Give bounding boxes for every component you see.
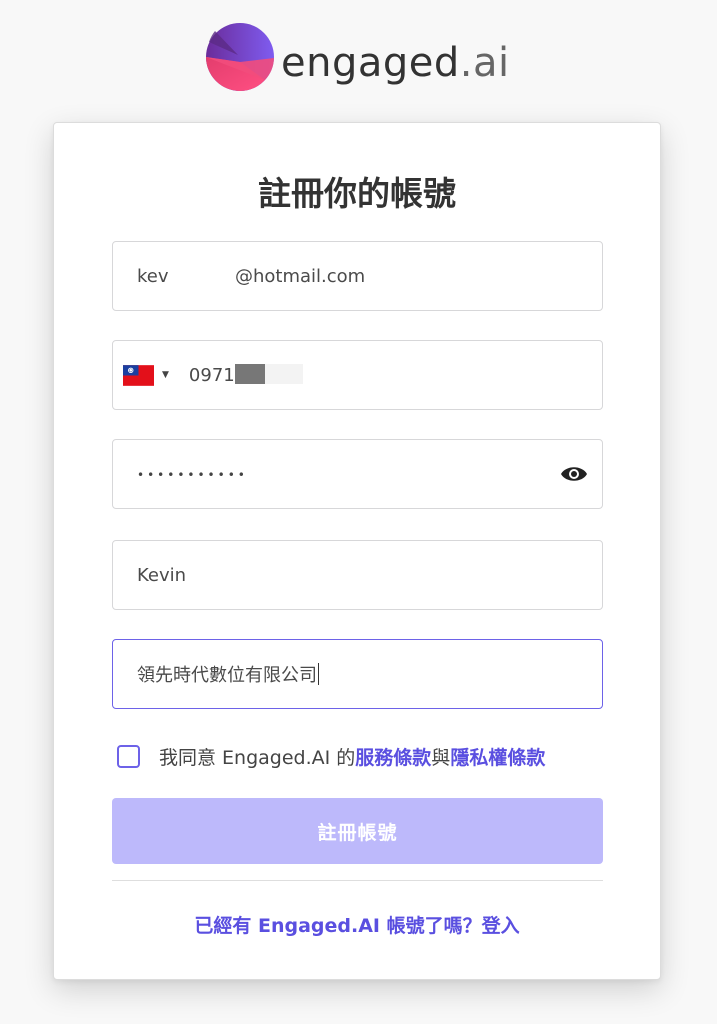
brand-wordmark: engaged.ai [281,40,510,86]
text-cursor [318,663,319,685]
email-domain-part: @hotmail.com [235,265,366,287]
phone-number-visible: 0971 [188,365,235,386]
name-field[interactable]: Kevin [112,540,603,610]
redacted-block [234,364,265,384]
country-code-selector[interactable]: ▼ [123,364,169,386]
email-field[interactable]: kev @hotmail.com [112,241,603,311]
phone-field[interactable]: ▼ 0971 [112,340,603,410]
company-value: 領先時代數位有限公司 [137,665,317,686]
taiwan-flag-icon [123,364,154,386]
agreement-conjunction: 與 [431,747,451,769]
name-value: Kevin [137,564,187,586]
eye-icon[interactable] [560,464,588,484]
agree-checkbox[interactable] [117,745,140,768]
agreement-prefix: 我同意 Engaged.AI 的 [159,747,356,769]
password-masked-value: ••••••••••• [137,468,248,482]
phone-number-input[interactable]: 0971 [189,364,303,386]
brand-suffix: .ai [459,40,510,86]
page-title: 註冊你的帳號 [258,174,456,213]
company-field[interactable]: 領先時代數位有限公司 [112,639,603,709]
divider [112,880,603,881]
redacted-block-light [264,364,303,384]
engaged-logo-mark-icon [206,23,274,91]
login-link[interactable]: 已經有 Engaged.AI 帳號了嗎？登入 [54,911,660,938]
brand-name: engaged [281,40,460,86]
signup-card: 註冊你的帳號 kev @hotmail.com ▼ 0971 •••••••••… [53,122,661,980]
chevron-down-icon: ▼ [162,370,169,380]
signup-button[interactable]: 註冊帳號 [112,798,603,864]
email-local-part: kev [137,265,169,287]
agreement-row: 我同意 Engaged.AI 的 服務條款 與 隱私權條款 [117,743,545,770]
terms-of-service-link[interactable]: 服務條款 [355,743,431,770]
privacy-policy-link[interactable]: 隱私權條款 [450,743,545,770]
password-field[interactable]: ••••••••••• [112,439,603,509]
brand-logo: engaged.ai [205,22,510,92]
